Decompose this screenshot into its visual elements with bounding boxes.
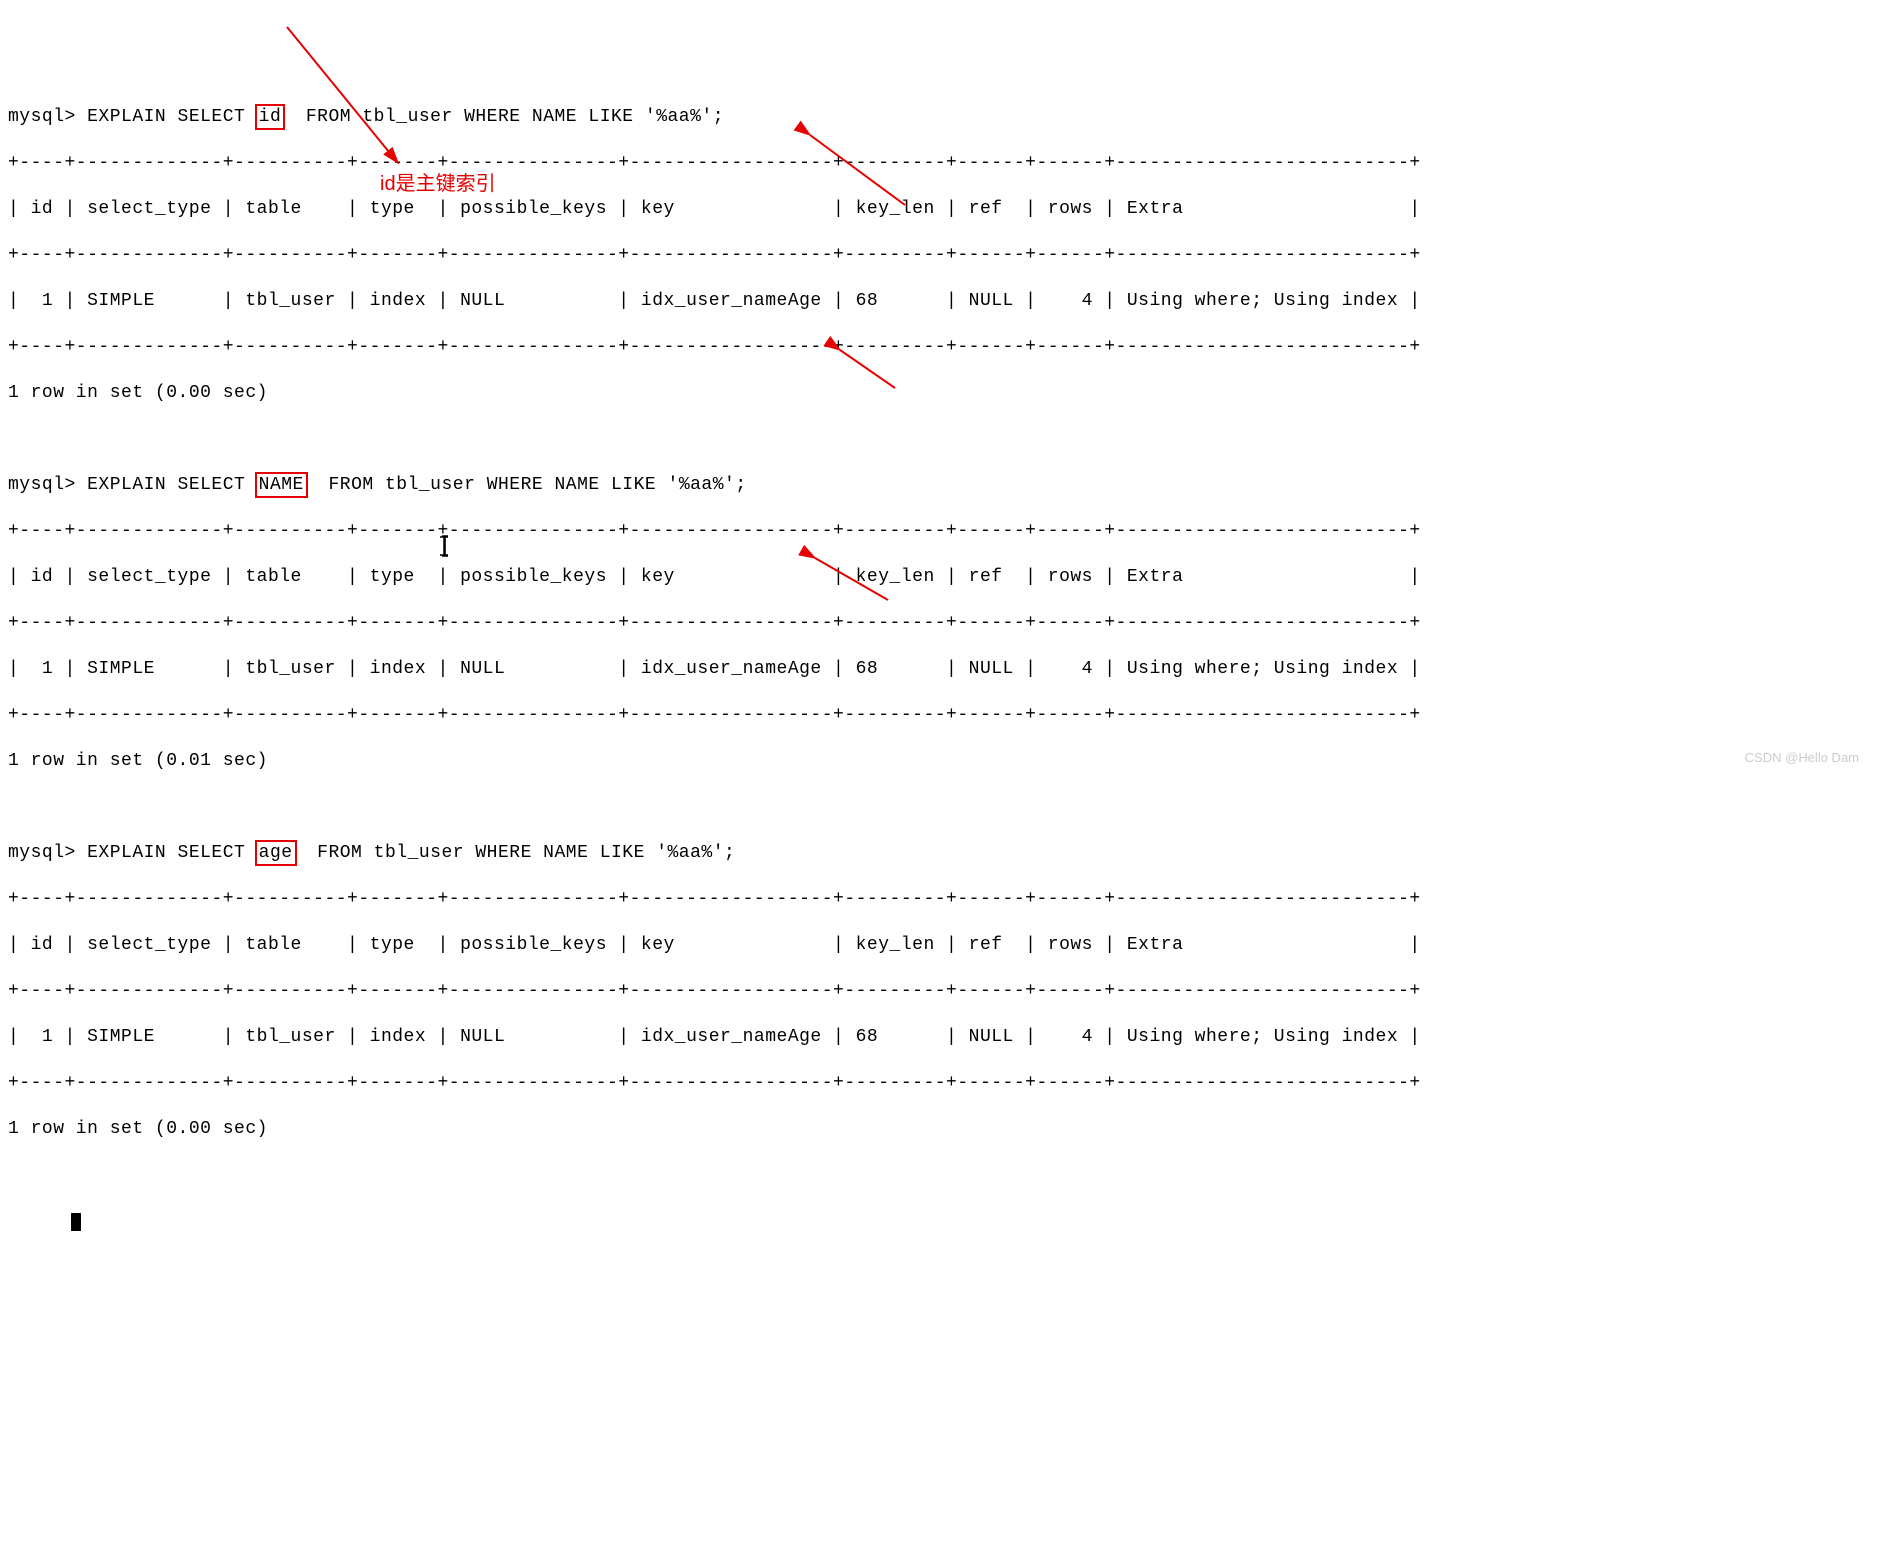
table-border: +----+-------------+----------+-------+-… bbox=[8, 150, 1875, 176]
table-header: | id | select_type | table | type | poss… bbox=[8, 564, 1875, 590]
query-post: FROM tbl_user WHERE NAME LIKE '%aa%'; bbox=[306, 475, 747, 495]
table-row: | 1 | SIMPLE | tbl_user | index | NULL |… bbox=[8, 656, 1875, 682]
blank-line bbox=[8, 426, 1875, 452]
rowcount: 1 row in set (0.00 sec) bbox=[8, 1116, 1875, 1142]
query-pre: EXPLAIN SELECT bbox=[76, 843, 257, 863]
table-border: +----+-------------+----------+-------+-… bbox=[8, 1070, 1875, 1096]
table-header: | id | select_type | table | type | poss… bbox=[8, 932, 1875, 958]
annotation-pk-index: id是主键索引 bbox=[380, 167, 496, 196]
blank-line bbox=[8, 794, 1875, 820]
rowcount: 1 row in set (0.00 sec) bbox=[8, 380, 1875, 406]
prompt: mysql> bbox=[8, 475, 76, 495]
query-line-1: mysql> EXPLAIN SELECT id FROM tbl_user W… bbox=[8, 104, 1875, 130]
highlighted-column-name: NAME bbox=[255, 472, 308, 498]
query-post: FROM tbl_user WHERE NAME LIKE '%aa%'; bbox=[295, 843, 736, 863]
query-post: FROM tbl_user WHERE NAME LIKE '%aa%'; bbox=[283, 107, 724, 127]
table-border: +----+-------------+----------+-------+-… bbox=[8, 610, 1875, 636]
query-line-3: mysql> EXPLAIN SELECT age FROM tbl_user … bbox=[8, 840, 1875, 866]
table-border: +----+-------------+----------+-------+-… bbox=[8, 978, 1875, 1004]
table-row: | 1 | SIMPLE | tbl_user | index | NULL |… bbox=[8, 288, 1875, 314]
prompt-line bbox=[8, 1208, 1875, 1234]
table-border: +----+-------------+----------+-------+-… bbox=[8, 702, 1875, 728]
mysql-terminal-output: mysql> EXPLAIN SELECT id FROM tbl_user W… bbox=[0, 80, 1883, 1258]
prompt: mysql> bbox=[8, 107, 76, 127]
rowcount: 1 row in set (0.01 sec) bbox=[8, 748, 1875, 774]
query-pre: EXPLAIN SELECT bbox=[76, 475, 257, 495]
table-border: +----+-------------+----------+-------+-… bbox=[8, 886, 1875, 912]
cursor-icon bbox=[71, 1213, 81, 1231]
highlighted-column-id: id bbox=[255, 104, 286, 130]
table-border: +----+-------------+----------+-------+-… bbox=[8, 518, 1875, 544]
table-row: | 1 | SIMPLE | tbl_user | index | NULL |… bbox=[8, 1024, 1875, 1050]
query-line-2: mysql> EXPLAIN SELECT NAME FROM tbl_user… bbox=[8, 472, 1875, 498]
highlighted-column-age: age bbox=[255, 840, 297, 866]
blank-line bbox=[8, 1162, 1875, 1188]
table-border: +----+-------------+----------+-------+-… bbox=[8, 334, 1875, 360]
table-header: | id | select_type | table | type | poss… bbox=[8, 196, 1875, 222]
prompt: mysql> bbox=[8, 843, 76, 863]
watermark: CSDN @Hello Dam bbox=[1745, 750, 1859, 765]
query-pre: EXPLAIN SELECT bbox=[76, 107, 257, 127]
table-border: +----+-------------+----------+-------+-… bbox=[8, 242, 1875, 268]
